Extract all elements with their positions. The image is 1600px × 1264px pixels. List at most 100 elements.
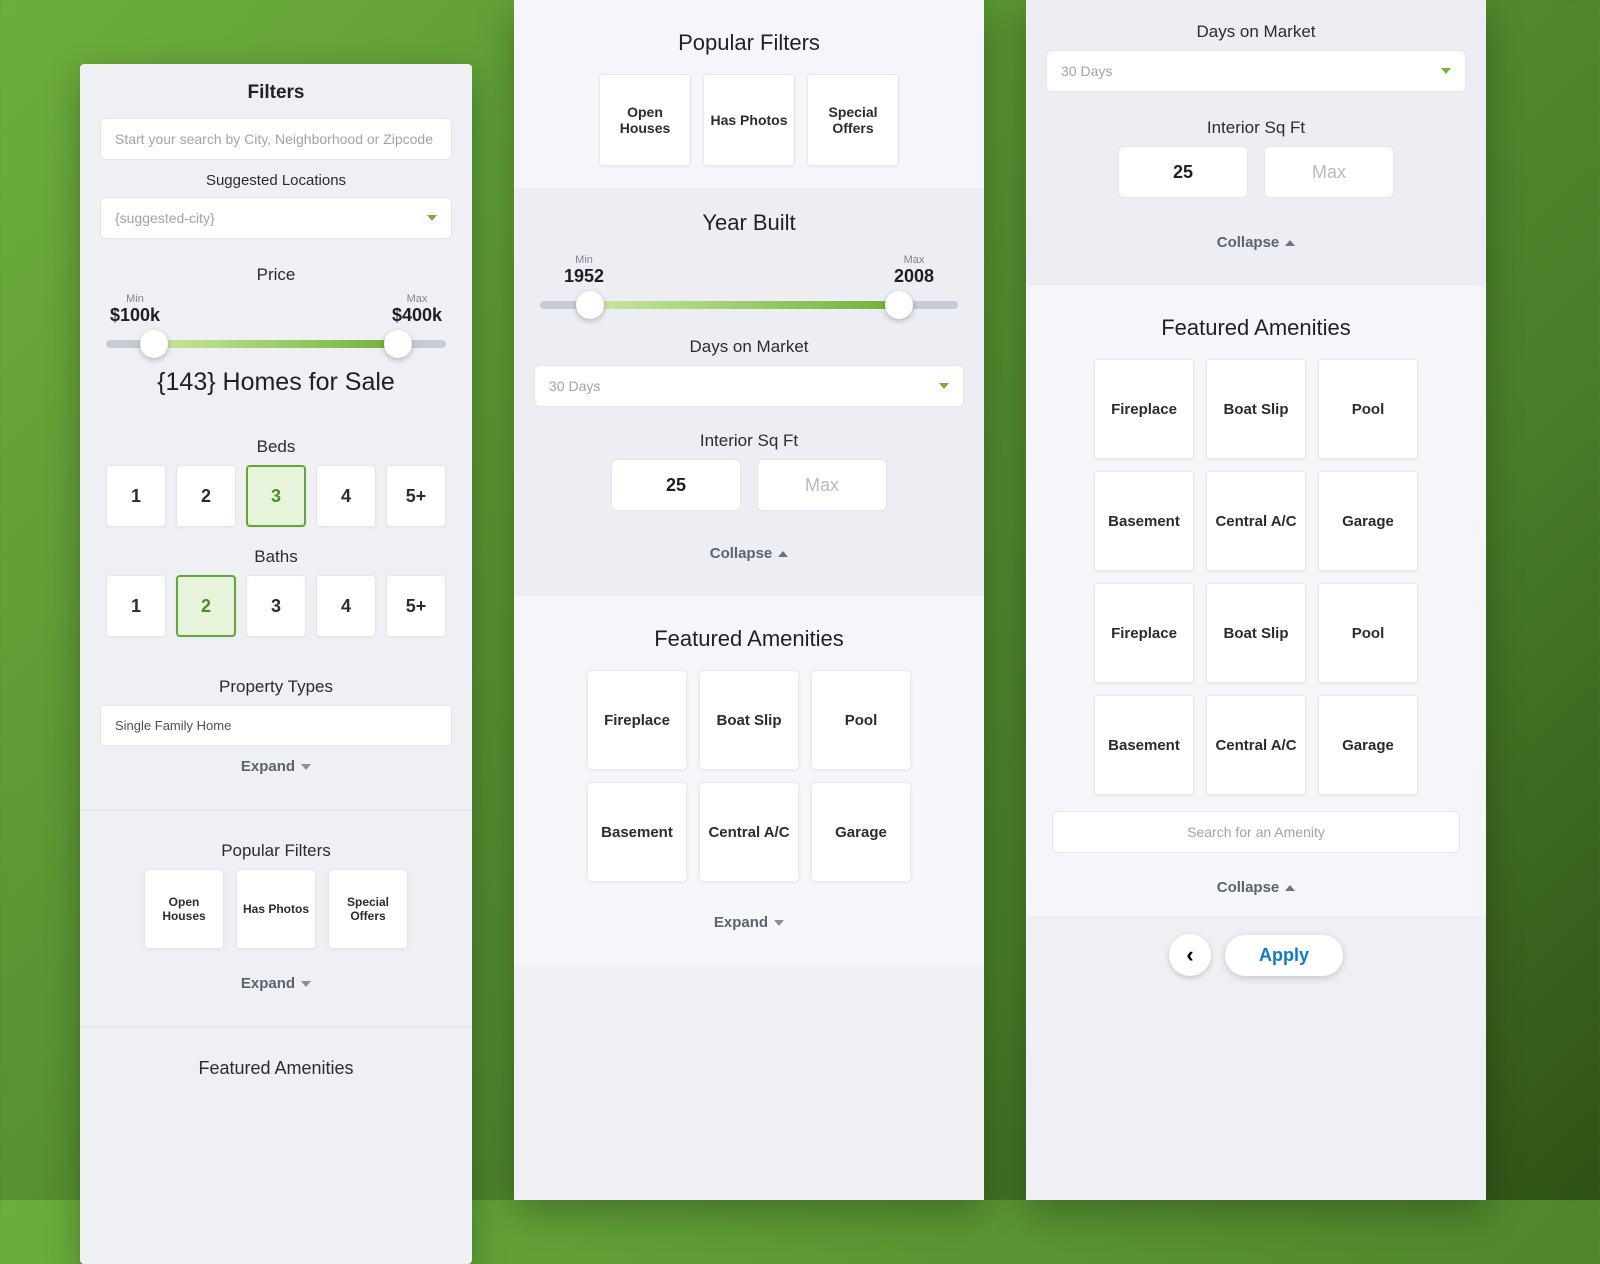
suggested-locations-select[interactable]: {suggested-city}: [100, 197, 452, 239]
chevron-up-icon: [1285, 240, 1295, 246]
tile-basement[interactable]: Basement: [1094, 471, 1194, 571]
tile-central-a-c[interactable]: Central A/C: [1206, 695, 1306, 795]
chip-4[interactable]: 4: [316, 575, 376, 637]
tile-special-offers[interactable]: Special Offers: [807, 74, 899, 166]
tile-fireplace[interactable]: Fireplace: [587, 670, 687, 770]
baths-label: Baths: [100, 547, 452, 567]
days-on-market-select[interactable]: 30 Days: [1046, 50, 1466, 92]
chip-1[interactable]: 1: [106, 575, 166, 637]
chevron-down-icon: [1441, 68, 1451, 74]
tile-central-a-c[interactable]: Central A/C: [699, 782, 799, 882]
price-min-value: $100k: [110, 305, 160, 325]
price-slider-thumb-min[interactable]: [140, 330, 168, 358]
back-button[interactable]: ‹: [1169, 934, 1211, 976]
price-slider[interactable]: [106, 340, 446, 348]
chip-3[interactable]: 3: [246, 575, 306, 637]
property-type-value[interactable]: Single Family Home: [100, 705, 452, 746]
popular-filters-label: Popular Filters: [100, 841, 452, 861]
tile-pool[interactable]: Pool: [1318, 583, 1418, 683]
suggested-locations-value: {suggested-city}: [115, 210, 215, 226]
suggested-locations-label: Suggested Locations: [100, 172, 452, 189]
chevron-up-icon: [1285, 885, 1295, 891]
popular-filters-section: Popular Filters Open HousesHas PhotosSpe…: [80, 809, 472, 1026]
header-section: Filters Suggested Locations {suggested-c…: [80, 64, 472, 249]
popular-filters-tiles: Open HousesHas PhotosSpecial Offers: [100, 869, 452, 949]
tile-has-photos[interactable]: Has Photos: [703, 74, 795, 166]
featured-amenities-collapse[interactable]: Collapse: [1046, 867, 1466, 908]
price-slider-labels: Min$100k Max$400k: [100, 293, 452, 326]
chevron-down-icon: [301, 764, 311, 770]
tile-boat-slip[interactable]: Boat Slip: [1206, 583, 1306, 683]
tile-has-photos[interactable]: Has Photos: [236, 869, 316, 949]
property-types-section: Property Types Single Family Home Expand: [80, 659, 472, 809]
property-types-expand[interactable]: Expand: [100, 746, 452, 787]
featured-amenities-section: Featured Amenities FireplaceBoat SlipPoo…: [514, 596, 984, 965]
days-on-market-value: 30 Days: [549, 378, 600, 394]
property-types-label: Property Types: [100, 677, 452, 697]
year-slider-thumb-min[interactable]: [576, 291, 604, 319]
tile-open-houses[interactable]: Open Houses: [144, 869, 224, 949]
chip-4[interactable]: 4: [316, 465, 376, 527]
filters-panel-2: Popular Filters Open HousesHas PhotosSpe…: [514, 0, 984, 1200]
popular-filters-tiles: Open HousesHas PhotosSpecial Offers: [534, 74, 964, 166]
tile-boat-slip[interactable]: Boat Slip: [1206, 359, 1306, 459]
beds-label: Beds: [100, 437, 452, 457]
tile-special-offers[interactable]: Special Offers: [328, 869, 408, 949]
sqft-max-input[interactable]: Max: [1264, 146, 1394, 198]
amenity-search-input[interactable]: [1052, 811, 1460, 853]
featured-amenities-label: Featured Amenities: [100, 1058, 452, 1079]
days-on-market-value: 30 Days: [1061, 63, 1112, 79]
year-section-collapse[interactable]: Collapse: [534, 533, 964, 574]
apply-button[interactable]: Apply: [1225, 935, 1343, 976]
chevron-down-icon: [427, 215, 437, 221]
year-built-label: Year Built: [534, 210, 964, 236]
chip-3[interactable]: 3: [246, 465, 306, 527]
sqft-max-input[interactable]: Max: [757, 459, 887, 511]
tile-garage[interactable]: Garage: [1318, 695, 1418, 795]
year-max-value: 2008: [894, 266, 934, 286]
filters-panel-3: Days on Market 30 Days Interior Sq Ft 25…: [1026, 0, 1486, 1200]
interior-sqft-label: Interior Sq Ft: [1046, 118, 1466, 138]
featured-amenities-section-header: Featured Amenities: [80, 1026, 472, 1109]
tile-garage[interactable]: Garage: [1318, 471, 1418, 571]
tile-boat-slip[interactable]: Boat Slip: [699, 670, 799, 770]
year-slider[interactable]: [540, 301, 958, 309]
featured-amenities-expand[interactable]: Expand: [534, 902, 964, 943]
popular-filters-label: Popular Filters: [534, 30, 964, 56]
location-search-input[interactable]: [100, 118, 452, 160]
filters-title: Filters: [100, 82, 452, 104]
tile-central-a-c[interactable]: Central A/C: [1206, 471, 1306, 571]
tile-basement[interactable]: Basement: [587, 782, 687, 882]
tile-basement[interactable]: Basement: [1094, 695, 1194, 795]
chevron-left-icon: ‹: [1186, 942, 1193, 968]
beds-chips: 12345+: [100, 465, 452, 527]
chip-2[interactable]: 2: [176, 575, 236, 637]
days-on-market-select[interactable]: 30 Days: [534, 365, 964, 407]
year-slider-thumb-max[interactable]: [885, 291, 913, 319]
bottom-action-bar: ‹ Apply: [1026, 916, 1486, 1002]
popular-filters-expand[interactable]: Expand: [100, 963, 452, 1004]
tile-fireplace[interactable]: Fireplace: [1094, 359, 1194, 459]
market-section-collapse[interactable]: Collapse: [1046, 222, 1466, 263]
featured-amenities-label: Featured Amenities: [534, 626, 964, 652]
chevron-up-icon: [778, 551, 788, 557]
featured-amenities-section: Featured Amenities FireplaceBoat SlipPoo…: [1026, 285, 1486, 916]
tile-open-houses[interactable]: Open Houses: [599, 74, 691, 166]
chip-5+[interactable]: 5+: [386, 465, 446, 527]
chevron-down-icon: [301, 981, 311, 987]
year-built-section: Year Built Min1952 Max2008 Days on Marke…: [514, 188, 984, 596]
interior-sqft-label: Interior Sq Ft: [534, 431, 964, 451]
results-count: {143} Homes for Sale: [100, 368, 452, 397]
tile-garage[interactable]: Garage: [811, 782, 911, 882]
tile-pool[interactable]: Pool: [811, 670, 911, 770]
chip-2[interactable]: 2: [176, 465, 236, 527]
tile-pool[interactable]: Pool: [1318, 359, 1418, 459]
price-max-value: $400k: [392, 305, 442, 325]
chip-5+[interactable]: 5+: [386, 575, 446, 637]
sqft-min-input[interactable]: 25: [611, 459, 741, 511]
sqft-min-input[interactable]: 25: [1118, 146, 1248, 198]
price-label: Price: [100, 265, 452, 285]
price-slider-thumb-max[interactable]: [384, 330, 412, 358]
chip-1[interactable]: 1: [106, 465, 166, 527]
tile-fireplace[interactable]: Fireplace: [1094, 583, 1194, 683]
